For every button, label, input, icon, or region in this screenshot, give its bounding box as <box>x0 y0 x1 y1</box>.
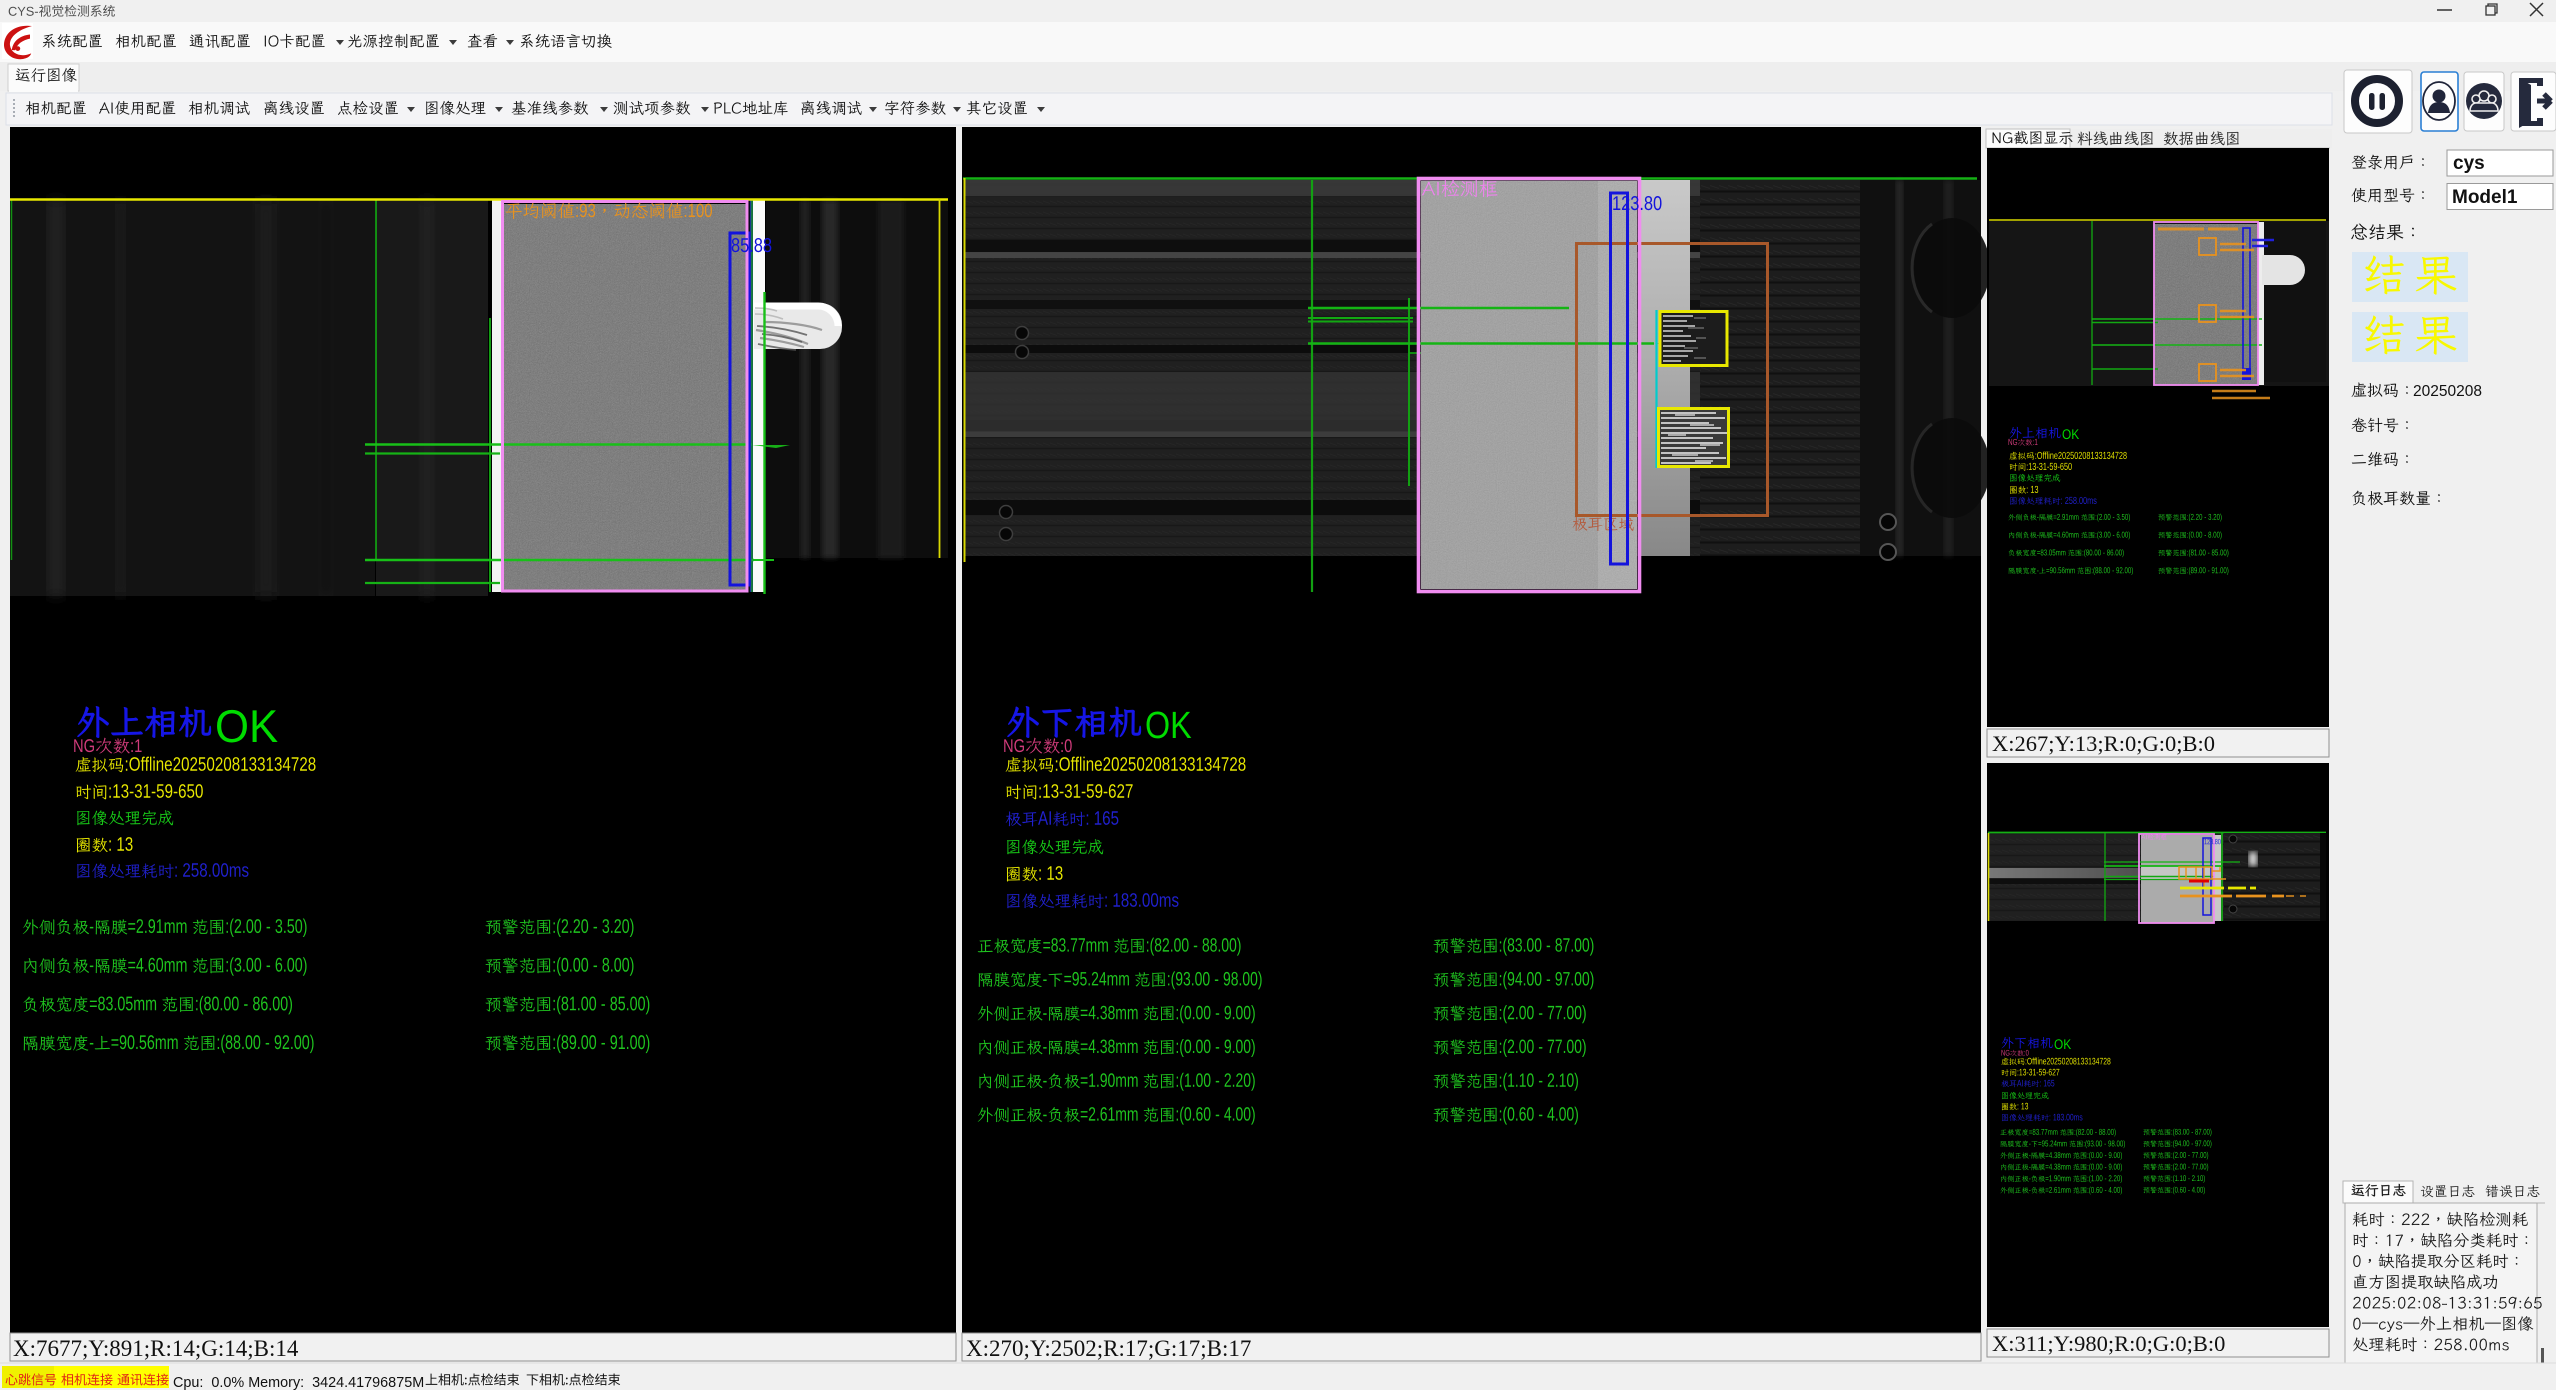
svg-text:X:311;Y:980;R:0;G:0;B:0: X:311;Y:980;R:0;G:0;B:0 <box>1992 1331 2225 1356</box>
svg-text:Model1: Model1 <box>2452 187 2518 208</box>
svg-text:X:7677;Y:891;R:14;G:14;B:14: X:7677;Y:891;R:14;G:14;B:14 <box>13 1336 299 1361</box>
svg-text:20250208: 20250208 <box>2413 383 2482 400</box>
svg-text:cys: cys <box>2453 153 2485 174</box>
svg-text:X:270;Y:2502;R:17;G:17;B:17: X:270;Y:2502;R:17;G:17;B:17 <box>966 1336 1251 1361</box>
svg-text:X:267;Y:13;R:0;G:0;B:0: X:267;Y:13;R:0;G:0;B:0 <box>1992 731 2215 756</box>
svg-text:Cpu: 0.0% Memory: 3424.41796: Cpu: 0.0% Memory: 3424.41796875M <box>173 1375 424 1390</box>
